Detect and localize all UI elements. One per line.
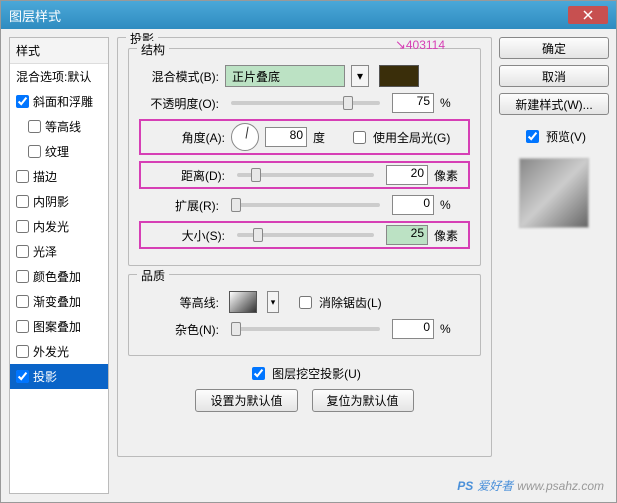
noise-row: 杂色(N): 0 % [139, 319, 470, 339]
global-light-check[interactable]: 使用全局光(G) [349, 128, 450, 147]
opacity-label: 不透明度(O): [139, 95, 219, 112]
style-sidebar: 样式 混合选项:默认 斜面和浮雕 等高线 纹理 描边 内阴影 内发光 光泽 颜色… [9, 37, 109, 494]
angle-label: 角度(A): [145, 129, 225, 146]
inner-shadow-checkbox[interactable] [16, 195, 29, 208]
antialias-check[interactable]: 消除锯齿(L) [295, 293, 382, 312]
angle-row: 角度(A): 80 度 使用全局光(G) [139, 119, 470, 155]
gradient-overlay-checkbox[interactable] [16, 295, 29, 308]
distance-label: 距离(D): [145, 167, 225, 184]
size-row: 大小(S): 25 像素 [139, 221, 470, 249]
texture-checkbox[interactable] [28, 145, 41, 158]
contour-dropdown-icon[interactable]: ▾ [267, 291, 279, 313]
layer-style-window: 图层样式 样式 混合选项:默认 斜面和浮雕 等高线 纹理 描边 内阴影 内发光 … [0, 0, 617, 503]
sidebar-blend-default[interactable]: 混合选项:默认 [10, 64, 108, 89]
sidebar-item-satin[interactable]: 光泽 [10, 239, 108, 264]
structure-title: 结构 [137, 41, 169, 58]
preview-checkbox[interactable] [526, 130, 539, 143]
blend-mode-label: 混合模式(B): [139, 68, 219, 85]
antialias-checkbox[interactable] [299, 296, 312, 309]
color-overlay-checkbox[interactable] [16, 270, 29, 283]
stroke-checkbox[interactable] [16, 170, 29, 183]
drop-shadow-panel: 投影 结构 ↘403114 混合模式(B): 正片叠底 ▾ 不透明度(O): 7… [117, 37, 492, 457]
sidebar-item-outer-glow[interactable]: 外发光 [10, 339, 108, 364]
opacity-slider[interactable] [231, 101, 380, 105]
pattern-overlay-checkbox[interactable] [16, 320, 29, 333]
reset-default-button[interactable]: 复位为默认值 [312, 389, 414, 412]
distance-row: 距离(D): 20 像素 [139, 161, 470, 189]
noise-label: 杂色(N): [139, 321, 219, 338]
main-panel: 投影 结构 ↘403114 混合模式(B): 正片叠底 ▾ 不透明度(O): 7… [113, 29, 496, 502]
size-label: 大小(S): [145, 227, 225, 244]
sidebar-item-gradient-overlay[interactable]: 渐变叠加 [10, 289, 108, 314]
sidebar-style-header[interactable]: 样式 [10, 38, 108, 64]
sidebar-item-pattern-overlay[interactable]: 图案叠加 [10, 314, 108, 339]
close-icon [583, 10, 593, 20]
ok-button[interactable]: 确定 [499, 37, 609, 59]
sidebar-item-stroke[interactable]: 描边 [10, 164, 108, 189]
set-default-button[interactable]: 设置为默认值 [195, 389, 297, 412]
angle-dial[interactable] [231, 123, 259, 151]
size-unit: 像素 [434, 227, 464, 244]
sidebar-item-color-overlay[interactable]: 颜色叠加 [10, 264, 108, 289]
watermark: PS 爱好者 www.psahz.com [457, 477, 604, 494]
preview-thumbnail [519, 158, 589, 228]
sidebar-item-texture[interactable]: 纹理 [10, 139, 108, 164]
quality-group: 品质 等高线: ▾ 消除锯齿(L) 杂色(N): 0 % [128, 274, 481, 356]
sidebar-item-inner-glow[interactable]: 内发光 [10, 214, 108, 239]
titlebar: 图层样式 [1, 1, 616, 29]
shadow-color-swatch[interactable] [379, 65, 419, 87]
knockout-row: 图层挖空投影(U) [128, 364, 481, 383]
spread-input[interactable]: 0 [392, 195, 434, 215]
quality-title: 品质 [137, 267, 169, 284]
satin-checkbox[interactable] [16, 245, 29, 258]
sidebar-item-inner-shadow[interactable]: 内阴影 [10, 189, 108, 214]
window-title: 图层样式 [9, 6, 61, 25]
distance-slider[interactable] [237, 173, 374, 177]
new-style-button[interactable]: 新建样式(W)... [499, 93, 609, 115]
outer-glow-checkbox[interactable] [16, 345, 29, 358]
blend-mode-dropdown[interactable]: 正片叠底 [225, 65, 345, 87]
spread-label: 扩展(R): [139, 197, 219, 214]
size-slider[interactable] [237, 233, 374, 237]
dropdown-arrow-icon[interactable]: ▾ [351, 65, 369, 87]
contour-row: 等高线: ▾ 消除锯齿(L) [139, 291, 470, 313]
color-annotation: ↘403114 [395, 37, 445, 53]
preview-check[interactable]: 预览(V) [522, 127, 586, 146]
sidebar-item-contour[interactable]: 等高线 [10, 114, 108, 139]
structure-group: 结构 ↘403114 混合模式(B): 正片叠底 ▾ 不透明度(O): 75 % [128, 48, 481, 266]
close-button[interactable] [568, 6, 608, 24]
right-panel: 确定 取消 新建样式(W)... 预览(V) [496, 29, 616, 502]
opacity-unit: % [440, 96, 470, 110]
cancel-button[interactable]: 取消 [499, 65, 609, 87]
distance-input[interactable]: 20 [386, 165, 428, 185]
spread-row: 扩展(R): 0 % [139, 195, 470, 215]
sidebar-item-bevel[interactable]: 斜面和浮雕 [10, 89, 108, 114]
bevel-checkbox[interactable] [16, 95, 29, 108]
spread-slider[interactable] [231, 203, 380, 207]
noise-slider[interactable] [231, 327, 380, 331]
contour-checkbox[interactable] [28, 120, 41, 133]
defaults-row: 设置为默认值 复位为默认值 [128, 389, 481, 412]
opacity-input[interactable]: 75 [392, 93, 434, 113]
opacity-row: 不透明度(O): 75 % [139, 93, 470, 113]
contour-label: 等高线: [139, 294, 219, 311]
inner-glow-checkbox[interactable] [16, 220, 29, 233]
contour-swatch[interactable] [229, 291, 257, 313]
sidebar-item-drop-shadow[interactable]: 投影 [10, 364, 108, 389]
knockout-check[interactable]: 图层挖空投影(U) [248, 364, 361, 383]
angle-input[interactable]: 80 [265, 127, 307, 147]
spread-unit: % [440, 198, 470, 212]
blend-mode-row: 混合模式(B): 正片叠底 ▾ [139, 65, 470, 87]
distance-unit: 像素 [434, 167, 464, 184]
noise-unit: % [440, 322, 470, 336]
size-input[interactable]: 25 [386, 225, 428, 245]
knockout-checkbox[interactable] [252, 367, 265, 380]
global-light-checkbox[interactable] [353, 131, 366, 144]
noise-input[interactable]: 0 [392, 319, 434, 339]
drop-shadow-checkbox[interactable] [16, 370, 29, 383]
angle-unit: 度 [313, 129, 343, 146]
